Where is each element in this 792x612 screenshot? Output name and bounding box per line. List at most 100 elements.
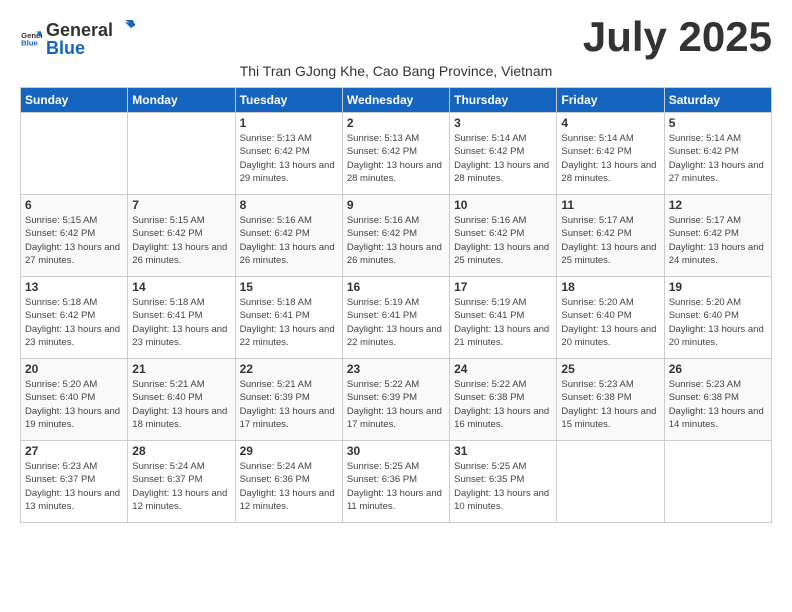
calendar-cell-w2-d4: 10 Sunrise: 5:16 AMSunset: 6:42 PMDayligh…	[450, 195, 557, 277]
calendar-week-5: 27Sunrise: 5:23 AMSunset: 6:37 PMDayligh…	[21, 441, 772, 523]
calendar-cell-w4-d5: 25 Sunrise: 5:23 AMSunset: 6:38 PMDayligh…	[557, 359, 664, 441]
svg-text:Blue: Blue	[21, 38, 38, 47]
day-number: 18	[561, 280, 659, 294]
day-number: 24	[454, 362, 552, 376]
day-number: 21	[132, 362, 230, 376]
day-info: Sunrise: 5:17 AMSunset: 6:42 PMDaylight:…	[669, 214, 767, 267]
calendar-cell-w5-d1: 28 Sunrise: 5:24 AMSunset: 6:37 PMDayligh…	[128, 441, 235, 523]
day-info: Sunrise: 5:17 AMSunset: 6:42 PMDaylight:…	[561, 214, 659, 267]
calendar-cell-w2-d3: 9 Sunrise: 5:16 AMSunset: 6:42 PMDaylight…	[342, 195, 449, 277]
day-info: Sunrise: 5:14 AMSunset: 6:42 PMDaylight:…	[454, 132, 552, 185]
header-tuesday: Tuesday	[235, 88, 342, 113]
calendar-cell-w5-d3: 30Sunrise: 5:25 AMSunset: 6:36 PMDayligh…	[342, 441, 449, 523]
calendar-cell-w3-d0: 13Sunrise: 5:18 AMSunset: 6:42 PMDayligh…	[21, 277, 128, 359]
logo-general: General	[46, 21, 113, 39]
header-thursday: Thursday	[450, 88, 557, 113]
calendar-cell-w4-d2: 22 Sunrise: 5:21 AMSunset: 6:39 PMDayligh…	[235, 359, 342, 441]
calendar-week-3: 13Sunrise: 5:18 AMSunset: 6:42 PMDayligh…	[21, 277, 772, 359]
day-number: 20	[25, 362, 123, 376]
header: General Blue General Blue July 2025	[20, 16, 772, 59]
day-number: 19	[669, 280, 767, 294]
day-number: 22	[240, 362, 338, 376]
day-info: Sunrise: 5:24 AMSunset: 6:37 PMDaylight:…	[132, 460, 230, 513]
logo: General Blue General Blue	[20, 16, 135, 59]
day-number: 23	[347, 362, 445, 376]
day-info: Sunrise: 5:16 AMSunset: 6:42 PMDaylight:…	[454, 214, 552, 267]
day-number: 10	[454, 198, 552, 212]
calendar-cell-w4-d1: 21 Sunrise: 5:21 AMSunset: 6:40 PMDayligh…	[128, 359, 235, 441]
day-info: Sunrise: 5:16 AMSunset: 6:42 PMDaylight:…	[347, 214, 445, 267]
calendar-cell-w1-d5: 4Sunrise: 5:14 AMSunset: 6:42 PMDaylight…	[557, 113, 664, 195]
day-number: 6	[25, 198, 123, 212]
calendar-cell-w3-d5: 18 Sunrise: 5:20 AMSunset: 6:40 PMDayligh…	[557, 277, 664, 359]
day-info: Sunrise: 5:14 AMSunset: 6:42 PMDaylight:…	[669, 132, 767, 185]
calendar-cell-w2-d0: 6 Sunrise: 5:15 AMSunset: 6:42 PMDaylight…	[21, 195, 128, 277]
day-info: Sunrise: 5:13 AMSunset: 6:42 PMDaylight:…	[347, 132, 445, 185]
day-number: 9	[347, 198, 445, 212]
day-number: 5	[669, 116, 767, 130]
day-number: 12	[669, 198, 767, 212]
day-info: Sunrise: 5:22 AMSunset: 6:38 PMDaylight:…	[454, 378, 552, 431]
day-info: Sunrise: 5:15 AMSunset: 6:42 PMDaylight:…	[132, 214, 230, 267]
day-number: 7	[132, 198, 230, 212]
calendar-cell-w3-d2: 15 Sunrise: 5:18 AMSunset: 6:41 PMDayligh…	[235, 277, 342, 359]
calendar-cell-w2-d6: 12 Sunrise: 5:17 AMSunset: 6:42 PMDayligh…	[664, 195, 771, 277]
day-info: Sunrise: 5:15 AMSunset: 6:42 PMDaylight:…	[25, 214, 123, 267]
day-number: 17	[454, 280, 552, 294]
calendar-cell-w3-d4: 17 Sunrise: 5:19 AMSunset: 6:41 PMDayligh…	[450, 277, 557, 359]
day-number: 3	[454, 116, 552, 130]
day-number: 4	[561, 116, 659, 130]
calendar-cell-w4-d0: 20Sunrise: 5:20 AMSunset: 6:40 PMDayligh…	[21, 359, 128, 441]
header-saturday: Saturday	[664, 88, 771, 113]
calendar-cell-w3-d6: 19 Sunrise: 5:20 AMSunset: 6:40 PMDayligh…	[664, 277, 771, 359]
calendar-week-4: 20Sunrise: 5:20 AMSunset: 6:40 PMDayligh…	[21, 359, 772, 441]
calendar-cell-w1-d1	[128, 113, 235, 195]
day-info: Sunrise: 5:18 AMSunset: 6:41 PMDaylight:…	[240, 296, 338, 349]
day-info: Sunrise: 5:22 AMSunset: 6:39 PMDaylight:…	[347, 378, 445, 431]
day-info: Sunrise: 5:23 AMSunset: 6:38 PMDaylight:…	[561, 378, 659, 431]
logo-bird-icon	[115, 16, 135, 36]
day-info: Sunrise: 5:19 AMSunset: 6:41 PMDaylight:…	[454, 296, 552, 349]
calendar-cell-w3-d1: 14Sunrise: 5:18 AMSunset: 6:41 PMDayligh…	[128, 277, 235, 359]
header-sunday: Sunday	[21, 88, 128, 113]
day-info: Sunrise: 5:25 AMSunset: 6:36 PMDaylight:…	[347, 460, 445, 513]
calendar-week-2: 6 Sunrise: 5:15 AMSunset: 6:42 PMDaylight…	[21, 195, 772, 277]
page: General Blue General Blue July 2025	[0, 0, 792, 533]
calendar-header-row: Sunday Monday Tuesday Wednesday Thursday…	[21, 88, 772, 113]
day-info: Sunrise: 5:20 AMSunset: 6:40 PMDaylight:…	[669, 296, 767, 349]
day-info: Sunrise: 5:18 AMSunset: 6:42 PMDaylight:…	[25, 296, 123, 349]
day-info: Sunrise: 5:19 AMSunset: 6:41 PMDaylight:…	[347, 296, 445, 349]
calendar-cell-w2-d2: 8 Sunrise: 5:16 AMSunset: 6:42 PMDaylight…	[235, 195, 342, 277]
day-info: Sunrise: 5:21 AMSunset: 6:39 PMDaylight:…	[240, 378, 338, 431]
day-number: 29	[240, 444, 338, 458]
day-info: Sunrise: 5:23 AMSunset: 6:38 PMDaylight:…	[669, 378, 767, 431]
day-info: Sunrise: 5:24 AMSunset: 6:36 PMDaylight:…	[240, 460, 338, 513]
calendar-cell-w1-d2: 1Sunrise: 5:13 AMSunset: 6:42 PMDaylight…	[235, 113, 342, 195]
day-number: 28	[132, 444, 230, 458]
calendar-cell-w5-d6	[664, 441, 771, 523]
day-info: Sunrise: 5:16 AMSunset: 6:42 PMDaylight:…	[240, 214, 338, 267]
day-number: 16	[347, 280, 445, 294]
calendar-cell-w1-d6: 5 Sunrise: 5:14 AMSunset: 6:42 PMDaylight…	[664, 113, 771, 195]
day-info: Sunrise: 5:21 AMSunset: 6:40 PMDaylight:…	[132, 378, 230, 431]
calendar-cell-w1-d4: 3 Sunrise: 5:14 AMSunset: 6:42 PMDaylight…	[450, 113, 557, 195]
calendar-cell-w5-d2: 29 Sunrise: 5:24 AMSunset: 6:36 PMDayligh…	[235, 441, 342, 523]
calendar-cell-w1-d3: 2Sunrise: 5:13 AMSunset: 6:42 PMDaylight…	[342, 113, 449, 195]
calendar-table: Sunday Monday Tuesday Wednesday Thursday…	[20, 87, 772, 523]
day-number: 8	[240, 198, 338, 212]
logo-blue: Blue	[46, 38, 85, 58]
header-monday: Monday	[128, 88, 235, 113]
day-number: 15	[240, 280, 338, 294]
day-number: 14	[132, 280, 230, 294]
day-number: 11	[561, 198, 659, 212]
day-info: Sunrise: 5:13 AMSunset: 6:42 PMDaylight:…	[240, 132, 338, 185]
day-info: Sunrise: 5:20 AMSunset: 6:40 PMDaylight:…	[561, 296, 659, 349]
calendar-cell-w3-d3: 16 Sunrise: 5:19 AMSunset: 6:41 PMDayligh…	[342, 277, 449, 359]
calendar-cell-w5-d4: 31Sunrise: 5:25 AMSunset: 6:35 PMDayligh…	[450, 441, 557, 523]
month-title: July 2025	[583, 16, 772, 58]
subtitle: Thi Tran GJong Khe, Cao Bang Province, V…	[20, 63, 772, 79]
day-number: 25	[561, 362, 659, 376]
calendar-cell-w2-d5: 11 Sunrise: 5:17 AMSunset: 6:42 PMDayligh…	[557, 195, 664, 277]
calendar-cell-w5-d5	[557, 441, 664, 523]
calendar-cell-w4-d3: 23 Sunrise: 5:22 AMSunset: 6:39 PMDayligh…	[342, 359, 449, 441]
